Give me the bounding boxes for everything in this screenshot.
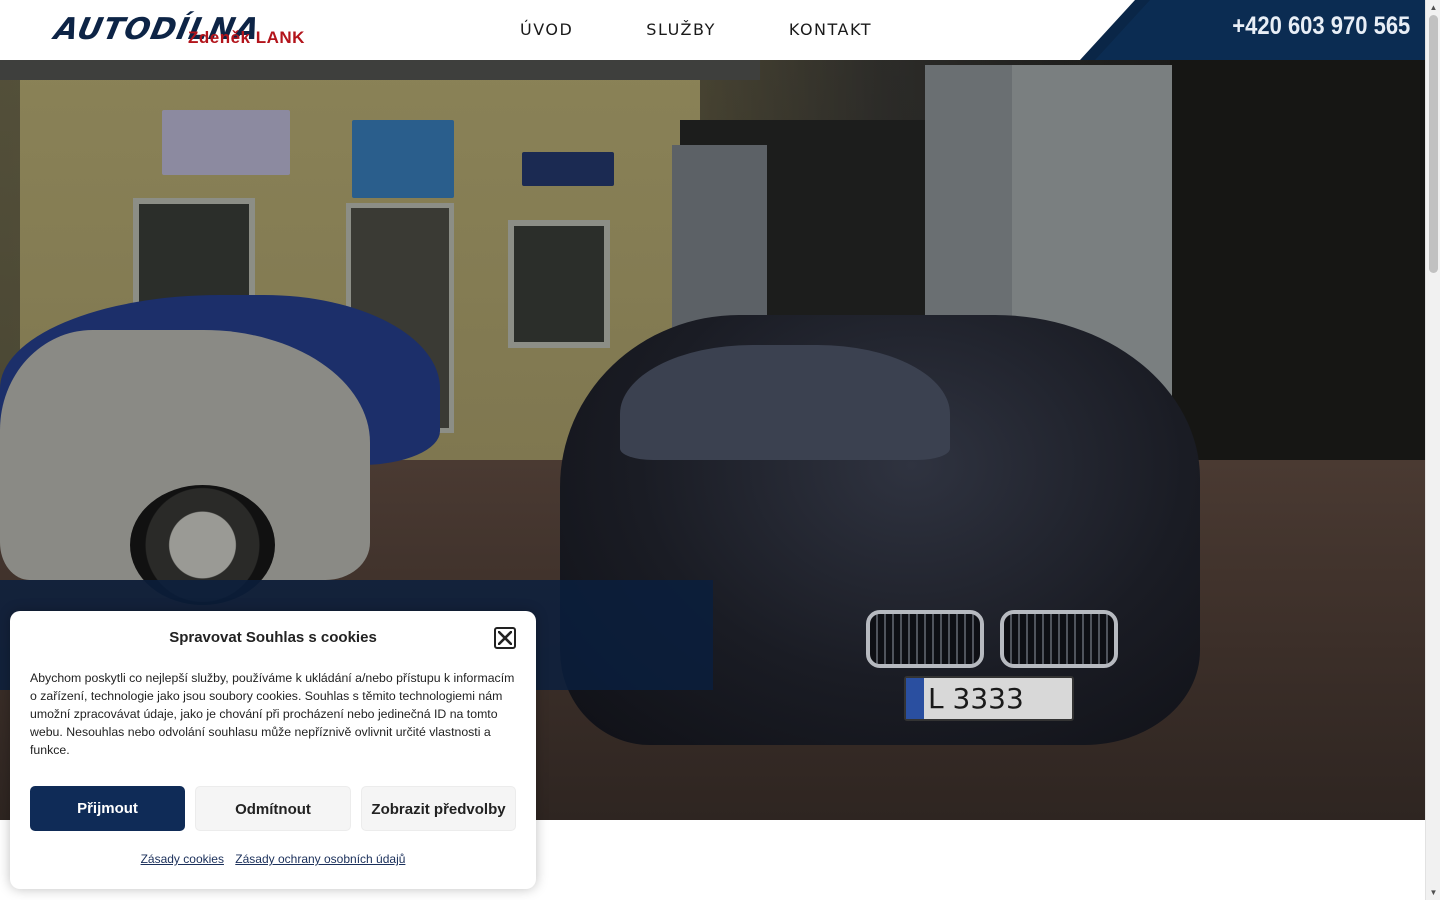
scroll-up-icon[interactable]: ▲: [1426, 0, 1440, 15]
site-header: AUTODÍLNA Zdeněk LANK ÚVOD SLUŽBY KONTAK…: [0, 0, 1425, 60]
nav-item-kontakt[interactable]: KONTAKT: [789, 0, 909, 60]
bosal-sign: [162, 110, 290, 175]
accept-button[interactable]: Přijmout: [30, 786, 185, 831]
cookie-policy-links: Zásady cookies Zásady ochrany osobních ú…: [10, 852, 536, 866]
cookie-policy-link[interactable]: Zásady cookies: [141, 852, 224, 866]
nav-item-sluzby[interactable]: SLUŽBY: [646, 0, 753, 60]
logo[interactable]: AUTODÍLNA Zdeněk LANK: [51, 10, 335, 50]
license-plate-text: L 3333: [928, 682, 1024, 715]
car-grille: [866, 610, 984, 668]
car-grille: [1000, 610, 1118, 668]
phone-number[interactable]: +420 603 970 565: [1232, 12, 1410, 41]
cookie-modal-title: Spravovat Souhlas s cookies: [169, 629, 377, 646]
logo-sub-text: Zdeněk LANK: [188, 28, 305, 47]
privacy-policy-link[interactable]: Zásady ochrany osobních údajů: [235, 852, 405, 866]
nav-item-uvod[interactable]: ÚVOD: [520, 0, 610, 60]
cookie-modal-body: Abychom poskytli co nejlepší služby, pou…: [30, 671, 515, 757]
page-scrollbar[interactable]: ▲ ▼: [1425, 0, 1440, 900]
moog-sign: [522, 152, 614, 186]
building-window: [508, 220, 610, 348]
silver-car: [0, 330, 370, 605]
license-plate: L 3333: [904, 676, 1074, 721]
clim-service-sign: [352, 120, 454, 198]
scroll-down-icon[interactable]: ▼: [1426, 885, 1440, 900]
cookie-consent-modal: Spravovat Souhlas s cookies Abychom posk…: [10, 611, 536, 889]
main-nav: ÚVOD SLUŽBY KONTAKT: [520, 0, 945, 60]
car-windshield: [620, 345, 950, 460]
building-roof: [0, 60, 760, 80]
scrollbar-thumb[interactable]: [1429, 15, 1438, 273]
close-glyph: [498, 631, 512, 645]
close-icon[interactable]: [494, 627, 516, 649]
preferences-button[interactable]: Zobrazit předvolby: [361, 786, 516, 831]
deny-button[interactable]: Odmítnout: [195, 786, 351, 831]
eu-strip: [906, 678, 924, 719]
